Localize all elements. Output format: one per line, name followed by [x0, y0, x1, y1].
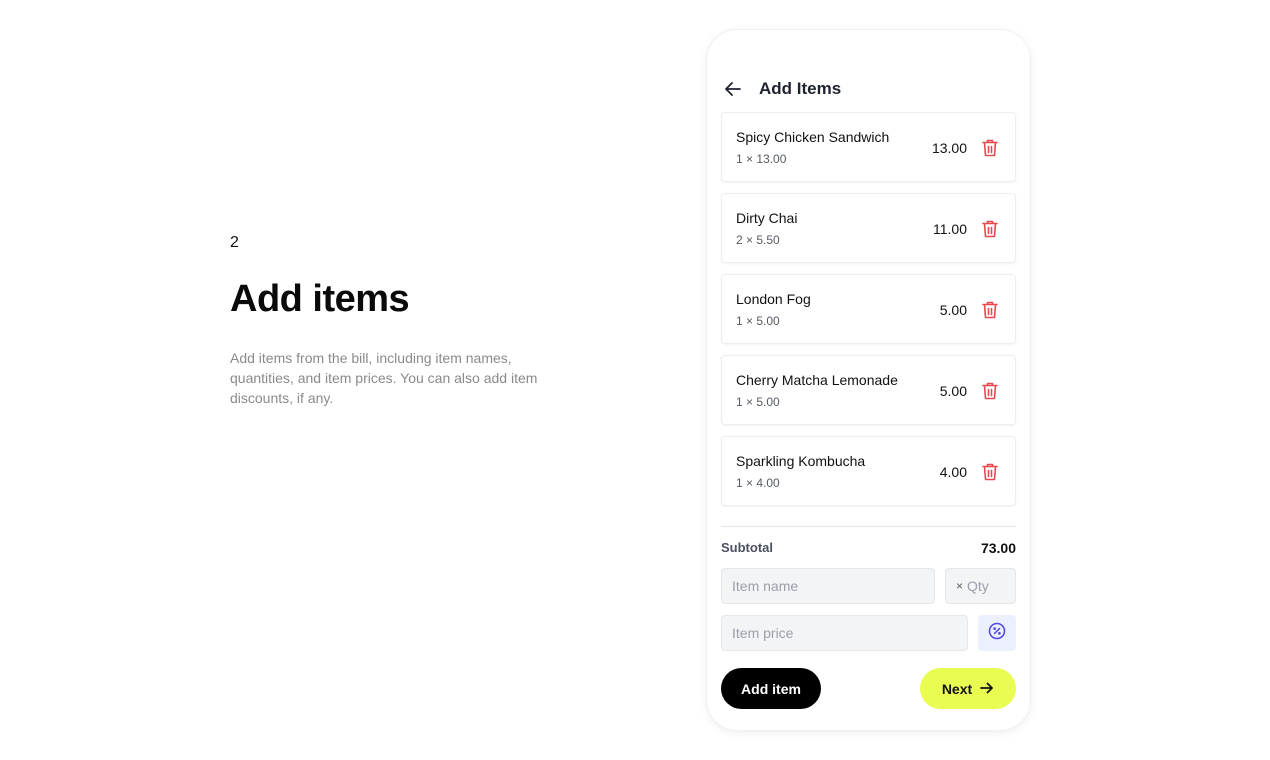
list-item[interactable]: Sparkling Kombucha 1 × 4.00 4.00	[721, 436, 1016, 506]
add-item-button[interactable]: Add item	[721, 668, 821, 709]
trash-icon[interactable]	[981, 138, 999, 158]
intro-section: 2 Add items Add items from the bill, inc…	[230, 233, 560, 408]
item-total: 5.00	[939, 302, 967, 318]
arrow-right-icon	[980, 681, 994, 697]
trash-icon[interactable]	[981, 219, 999, 239]
qty-field[interactable]: ×	[945, 568, 1016, 604]
item-total: 13.00	[931, 140, 967, 156]
list-item[interactable]: Cherry Matcha Lemonade 1 × 5.00 5.00	[721, 355, 1016, 425]
qty-prefix: ×	[956, 579, 964, 593]
item-name: Sparkling Kombucha	[736, 453, 866, 469]
step-number: 2	[230, 234, 239, 251]
next-button[interactable]: Next	[920, 668, 1016, 709]
percent-badge-icon	[988, 622, 1006, 645]
qty-input[interactable]	[967, 578, 1008, 594]
item-name: Spicy Chicken Sandwich	[736, 129, 890, 145]
list-item[interactable]: London Fog 1 × 5.00 5.00	[721, 274, 1016, 344]
subtotal-label: Subtotal	[721, 540, 773, 555]
section-heading: Add items	[230, 278, 410, 320]
trash-icon[interactable]	[981, 462, 999, 482]
discount-button[interactable]	[978, 615, 1016, 651]
item-name: Cherry Matcha Lemonade	[736, 372, 898, 388]
item-total: 4.00	[939, 464, 967, 480]
back-arrow-icon[interactable]	[723, 79, 743, 99]
item-qty-price: 1 × 5.00	[736, 395, 780, 409]
items-list: Spicy Chicken Sandwich 1 × 13.00 13.00 D…	[721, 112, 1016, 517]
list-item[interactable]: Spicy Chicken Sandwich 1 × 13.00 13.00	[721, 112, 1016, 182]
divider	[721, 526, 1016, 527]
list-item[interactable]: Dirty Chai 2 × 5.50 11.00	[721, 193, 1016, 263]
item-qty-price: 1 × 13.00	[736, 152, 787, 166]
add-item-label: Add item	[741, 680, 801, 697]
next-label: Next	[941, 680, 973, 697]
item-name: Dirty Chai	[736, 210, 798, 226]
item-qty-price: 1 × 5.00	[736, 314, 780, 328]
trash-icon[interactable]	[981, 300, 999, 320]
screen-title: Add Items	[759, 79, 842, 98]
trash-icon[interactable]	[981, 381, 999, 401]
screen-header: Add Items	[723, 77, 841, 101]
section-description: Add items from the bill, including item …	[230, 350, 538, 406]
item-qty-price: 1 × 4.00	[736, 476, 780, 490]
item-price-input[interactable]	[721, 615, 968, 651]
item-total: 5.00	[939, 383, 967, 399]
item-total: 11.00	[933, 221, 967, 237]
phone-screen: Add Items Spicy Chicken Sandwich 1 × 13.…	[707, 30, 1030, 730]
item-name-input[interactable]	[721, 568, 935, 604]
item-name: London Fog	[736, 291, 811, 307]
item-qty-price: 2 × 5.50	[736, 233, 780, 247]
subtotal-value: 73.00	[980, 540, 1016, 556]
